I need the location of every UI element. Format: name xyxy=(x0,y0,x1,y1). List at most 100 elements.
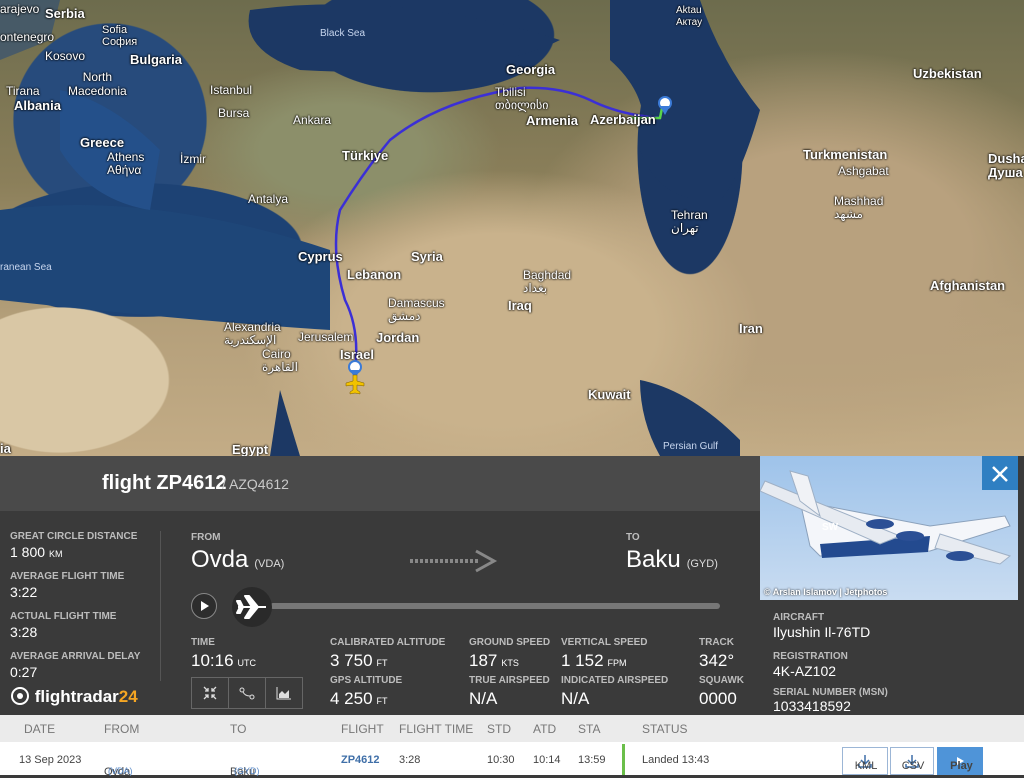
radar-logo-icon xyxy=(11,687,29,705)
column-header: STD xyxy=(487,722,511,736)
map-label: Kuwait xyxy=(588,387,631,402)
collapse-view-button[interactable] xyxy=(192,678,229,708)
from-city: Ovda (VDA) xyxy=(191,546,285,573)
map-label: Tirana xyxy=(6,84,40,98)
play-button[interactable]: Play xyxy=(937,747,983,775)
map-label: Serbia xyxy=(45,6,85,21)
table-row[interactable]: 13 Sep 2023 Ovda (VDA) Baku (GYD) ZP4612 3… xyxy=(0,742,1024,778)
photo-credit[interactable]: © Arslan Islamov | Jetphotos xyxy=(764,587,887,597)
divider xyxy=(160,531,161,681)
serial-number-label: SERIAL NUMBER (MSN) xyxy=(773,687,888,698)
vertical-speed-value: 1 152 FPM xyxy=(561,651,627,670)
map-label: Damascus دمشق xyxy=(388,296,445,323)
close-icon xyxy=(992,466,1008,482)
aircraft-image: SW xyxy=(760,470,1012,565)
direction-arrow-icon xyxy=(410,549,498,573)
map-label: Türkiye xyxy=(342,148,389,163)
to-city: Baku (GYD) xyxy=(626,546,718,573)
flight-header: flight ZP4612 / AZQ4612 xyxy=(0,456,760,511)
row-status: Landed 13:43 xyxy=(642,754,710,766)
graph-view-button[interactable] xyxy=(266,678,302,708)
map-label: Syria xyxy=(411,249,443,264)
to-label: TO xyxy=(626,532,640,543)
status-indicator xyxy=(622,744,625,775)
route-line xyxy=(334,86,661,371)
map-label: North Macedonia xyxy=(68,70,127,98)
column-header: TO xyxy=(230,722,247,736)
map-label: Cyprus xyxy=(298,249,343,264)
map-label: Israel xyxy=(340,347,374,362)
gps-altitude-value: 4 250 FT xyxy=(330,689,388,708)
serial-number-value: 1033418592 xyxy=(773,698,851,714)
map-label: Jerusalem xyxy=(298,330,354,344)
indicated-airspeed-value: N/A xyxy=(561,689,590,708)
play-icon xyxy=(201,601,209,611)
map-label: Tehran تهران xyxy=(671,208,708,235)
calibrated-altitude-value: 3 750 FT xyxy=(330,651,388,670)
map-label: Black Sea xyxy=(320,28,366,39)
collapse-icon xyxy=(203,686,217,700)
flight-map[interactable]: arajevo Serbia ontenegro Sofia София Kos… xyxy=(0,0,1024,456)
flightradar24-logo: flightradar24 xyxy=(10,686,138,707)
map-label: Bursa xyxy=(218,106,250,120)
map-label: Turkmenistan xyxy=(803,147,888,162)
map-label: Istanbul xyxy=(210,83,253,97)
map-label: Armenia xyxy=(526,113,579,128)
flight-info-panel: flight ZP4612 / AZQ4612 GREAT CIRCLE DIS… xyxy=(0,456,760,715)
stat-value: 3:22 xyxy=(10,584,38,600)
plane-icon xyxy=(236,595,266,619)
row-date: 13 Sep 2023 xyxy=(19,754,82,766)
stat-value: 3:28 xyxy=(10,624,38,640)
map-label: Athens Αθήνα xyxy=(107,150,145,177)
squawk-value: 0000 xyxy=(699,689,737,708)
svg-text:SW: SW xyxy=(822,522,839,533)
download-csv-button[interactable]: CSV xyxy=(890,747,934,775)
flight-history-table: DATE FROM TO FLIGHT FLIGHT TIME STD ATD … xyxy=(0,715,1024,778)
close-button[interactable] xyxy=(982,456,1018,490)
stat-value: 0:27 xyxy=(10,664,38,680)
map-label: Georgia xyxy=(506,62,556,77)
column-header: DATE xyxy=(24,722,56,736)
ground-speed-label: GROUND SPEED xyxy=(469,637,551,648)
map-label: Greece xyxy=(80,135,125,150)
chart-icon xyxy=(276,687,291,700)
playback-button[interactable] xyxy=(191,593,217,619)
stat-value: 1 800 KM xyxy=(10,544,63,560)
map-label: ranean Sea xyxy=(0,262,52,273)
map-label: Ankara xyxy=(293,113,332,127)
column-header: ATD xyxy=(533,722,557,736)
map-label: Tbilisi თბილისი xyxy=(495,85,549,112)
map-label: ontenegro xyxy=(0,30,55,44)
row-atd: 10:14 xyxy=(533,754,561,766)
stat-label: GREAT CIRCLE DISTANCE xyxy=(10,531,138,542)
download-kml-button[interactable]: KML xyxy=(842,747,888,775)
calibrated-altitude-label: CALIBRATED ALTITUDE xyxy=(330,637,446,648)
row-flight-link[interactable]: ZP4612 xyxy=(341,754,380,766)
map-label: Ashgabat xyxy=(838,164,889,178)
time-label: TIME xyxy=(191,637,215,648)
map-label: Sofia София xyxy=(102,24,138,48)
column-header: STATUS xyxy=(642,722,688,736)
row-flight-time: 3:28 xyxy=(399,754,421,766)
squawk-label: SQUAWK xyxy=(699,675,744,686)
aircraft-panel: SW © Arslan Islamov | Jetphotos AIRCRAFT… xyxy=(760,456,1024,715)
flight-stats: GREAT CIRCLE DISTANCE 1 800 KM AVERAGE F… xyxy=(10,531,160,691)
column-header: STA xyxy=(578,722,601,736)
aircraft-photo[interactable]: SW © Arslan Islamov | Jetphotos xyxy=(760,456,1018,600)
map-label: Cairo القاهرة xyxy=(262,347,298,374)
registration-value: 4K-AZ102 xyxy=(773,663,837,679)
stat-label: ACTUAL FLIGHT TIME xyxy=(10,611,117,622)
row-sta: 13:59 xyxy=(578,754,606,766)
vertical-speed-label: VERTICAL SPEED xyxy=(561,637,648,648)
map-label: Lebanon xyxy=(347,267,402,282)
map-label: Persian Gulf xyxy=(663,441,719,452)
row-std: 10:30 xyxy=(487,754,515,766)
map-label: Iraq xyxy=(508,298,532,313)
column-header: FLIGHT TIME xyxy=(399,722,474,736)
from-label: FROM xyxy=(191,532,221,543)
route-view-button[interactable] xyxy=(229,678,266,708)
route-icon xyxy=(239,687,255,700)
map-label: Uzbekistan xyxy=(913,66,982,81)
flight-progress-bar xyxy=(270,603,720,609)
map-label: Baghdad بغداد xyxy=(523,268,572,295)
